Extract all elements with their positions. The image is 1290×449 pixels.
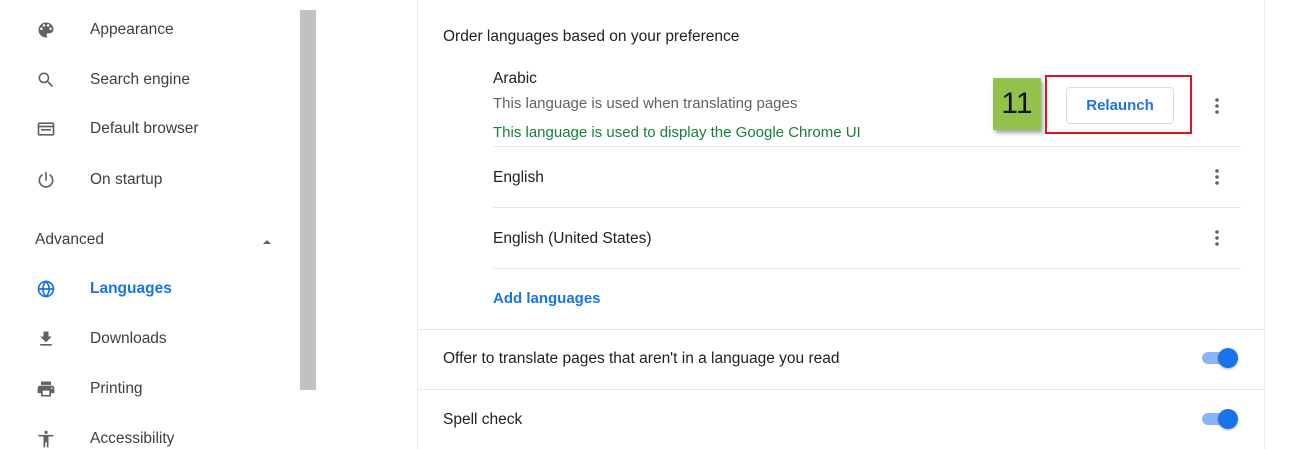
palette-icon	[35, 19, 57, 41]
sidebar-item-label: On startup	[90, 171, 163, 188]
download-icon	[35, 328, 57, 350]
toggle-knob	[1218, 348, 1238, 368]
globe-icon	[35, 278, 57, 300]
add-languages-link[interactable]: Add languages	[493, 290, 601, 307]
translation-language-note: This language is used when translating p…	[493, 95, 798, 112]
sidebar-item-label: Default browser	[90, 120, 199, 137]
section-divider	[418, 329, 1264, 330]
section-divider	[418, 389, 1264, 390]
sidebar-item-languages[interactable]: Languages	[0, 269, 300, 309]
more-options-icon[interactable]	[1207, 165, 1227, 189]
section-label: Advanced	[35, 231, 104, 248]
search-icon	[35, 69, 57, 91]
order-languages-title: Order languages based on your preference	[443, 28, 740, 45]
sidebar-scrollbar[interactable]	[300, 10, 316, 390]
accessibility-icon	[35, 428, 57, 449]
sidebar-item-default-browser[interactable]: Default browser	[0, 109, 300, 149]
sidebar-section-advanced[interactable]: Advanced	[0, 220, 300, 260]
highlight-box	[1045, 75, 1192, 134]
ui-language-note: This language is used to display the Goo…	[493, 124, 861, 141]
spell-check-label: Spell check	[443, 411, 523, 428]
row-divider	[493, 146, 1241, 147]
step-number-badge: 11	[993, 78, 1041, 130]
spell-check-toggle[interactable]	[1200, 408, 1238, 430]
sidebar-item-appearance[interactable]: Appearance	[0, 10, 300, 50]
sidebar-item-accessibility[interactable]: Accessibility	[0, 419, 300, 449]
sidebar-item-label: Printing	[90, 380, 143, 397]
offer-translate-toggle[interactable]	[1200, 347, 1238, 369]
sidebar-item-downloads[interactable]: Downloads	[0, 319, 300, 359]
sidebar-item-label: Languages	[90, 280, 172, 297]
sidebar-item-printing[interactable]: Printing	[0, 369, 300, 409]
languages-card	[417, 0, 1265, 449]
sidebar-item-label: Search engine	[90, 71, 190, 88]
row-divider	[493, 207, 1241, 208]
browser-window-icon	[35, 118, 57, 140]
language-name: Arabic	[493, 70, 537, 87]
sidebar-item-search-engine[interactable]: Search engine	[0, 60, 300, 100]
printer-icon	[35, 378, 57, 400]
settings-sidebar: Appearance Search engine Default browser…	[0, 0, 300, 449]
language-name: English	[493, 169, 544, 186]
toggle-knob	[1218, 409, 1238, 429]
caret-up-icon	[261, 235, 273, 247]
language-name: English (United States)	[493, 230, 652, 247]
offer-translate-label: Offer to translate pages that aren't in …	[443, 350, 840, 367]
more-options-icon[interactable]	[1207, 226, 1227, 250]
more-options-icon[interactable]	[1207, 94, 1227, 118]
power-icon	[35, 169, 57, 191]
row-divider	[493, 268, 1241, 269]
sidebar-item-label: Downloads	[90, 330, 167, 347]
sidebar-item-label: Accessibility	[90, 430, 175, 447]
sidebar-item-on-startup[interactable]: On startup	[0, 160, 300, 200]
chrome-settings-page: Appearance Search engine Default browser…	[0, 0, 1290, 449]
sidebar-item-label: Appearance	[90, 21, 174, 38]
